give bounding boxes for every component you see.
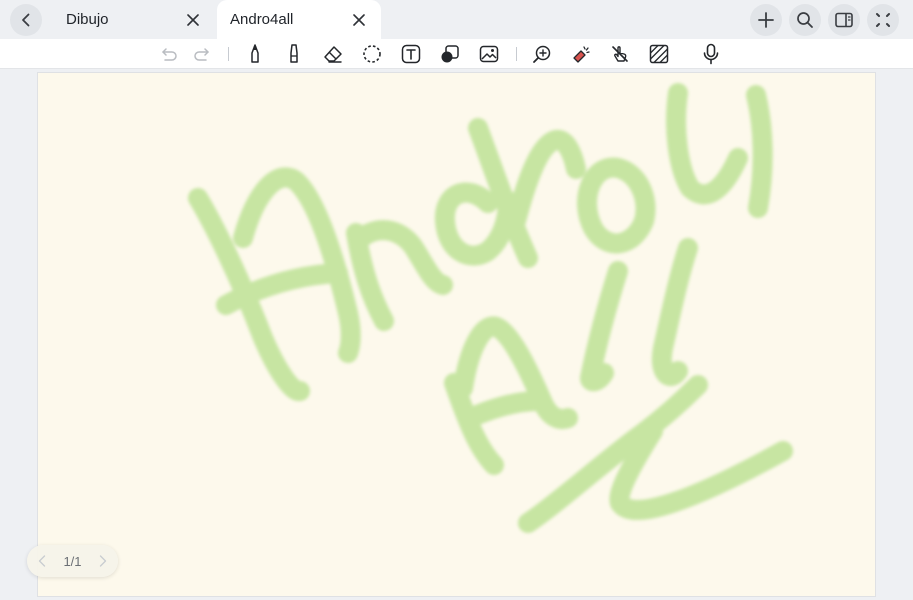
- close-tab-button[interactable]: [349, 10, 369, 30]
- drawing-toolbar: [0, 39, 913, 69]
- undo-button[interactable]: [157, 42, 181, 66]
- finger-draw-icon: [612, 46, 628, 62]
- text-box-tool[interactable]: [399, 42, 423, 66]
- toolbar-divider: [516, 47, 517, 61]
- tab-bar: Dibujo Andro4all: [0, 0, 913, 39]
- image-tool[interactable]: [477, 42, 501, 66]
- zoom-icon: [533, 45, 551, 63]
- add-tab-icon: [758, 12, 774, 28]
- finger-draw-toggle[interactable]: [608, 42, 632, 66]
- laser-pointer-tool[interactable]: [569, 42, 593, 66]
- stroke-underline: [609, 421, 793, 520]
- image-icon: [479, 45, 499, 63]
- pen-icon: [251, 44, 259, 63]
- add-tab-button[interactable]: [750, 4, 782, 36]
- highlighter-tool[interactable]: [282, 42, 306, 66]
- search-icon: [797, 12, 813, 28]
- tab-label: Dibujo: [66, 11, 109, 28]
- sidebar-layout-icon: [835, 12, 853, 28]
- text-box-icon: [401, 44, 421, 64]
- page-indicator: 1/1: [63, 553, 82, 569]
- eraser-tool[interactable]: [321, 42, 345, 66]
- more-apps-icon: [876, 13, 890, 27]
- tab-label: Andro4all: [230, 11, 294, 28]
- redo-icon: [194, 48, 209, 61]
- microphone-icon: [703, 43, 719, 65]
- tab-andro4all[interactable]: Andro4all: [217, 0, 381, 39]
- handwriting-strokes: [188, 83, 793, 533]
- chevron-left-icon: [22, 13, 30, 27]
- shapes-tool[interactable]: [438, 42, 462, 66]
- stroke-letter-n: [346, 220, 453, 331]
- close-icon: [187, 14, 199, 26]
- background-pattern-tool[interactable]: [647, 42, 671, 66]
- previous-page-button[interactable]: [36, 554, 48, 568]
- voice-record-button[interactable]: [699, 42, 723, 66]
- pen-tool[interactable]: [243, 42, 267, 66]
- stroke-letter-l: [651, 238, 698, 386]
- redo-button[interactable]: [190, 42, 214, 66]
- stroke-letter-o: [577, 157, 656, 254]
- drawing-canvas[interactable]: [37, 72, 876, 597]
- more-apps-button[interactable]: [867, 4, 899, 36]
- sidebar-layout-button[interactable]: [828, 4, 860, 36]
- stroke-letter-a2: [460, 391, 548, 428]
- close-icon: [353, 14, 365, 26]
- laser-pointer-icon: [573, 46, 590, 63]
- stroke-letter-y: [666, 83, 773, 218]
- zoom-tool[interactable]: [530, 42, 554, 66]
- eraser-icon: [324, 46, 342, 63]
- chevron-left-icon: [38, 555, 46, 567]
- undo-icon: [162, 48, 177, 61]
- lasso-icon: [363, 45, 381, 63]
- back-button[interactable]: [10, 4, 42, 36]
- shapes-icon: [441, 45, 459, 63]
- tab-dibujo[interactable]: Dibujo: [52, 0, 215, 39]
- background-pattern-icon: [649, 44, 669, 64]
- stroke-letter-l: [580, 261, 628, 392]
- highlighter-icon: [290, 44, 298, 63]
- page-pager: 1/1: [27, 545, 118, 577]
- close-tab-button[interactable]: [183, 10, 203, 30]
- search-button[interactable]: [789, 4, 821, 36]
- stroke-letter-r: [506, 130, 586, 231]
- chevron-right-icon: [99, 555, 107, 567]
- toolbar-divider: [228, 47, 229, 61]
- lasso-tool[interactable]: [360, 42, 384, 66]
- next-page-button[interactable]: [97, 554, 109, 568]
